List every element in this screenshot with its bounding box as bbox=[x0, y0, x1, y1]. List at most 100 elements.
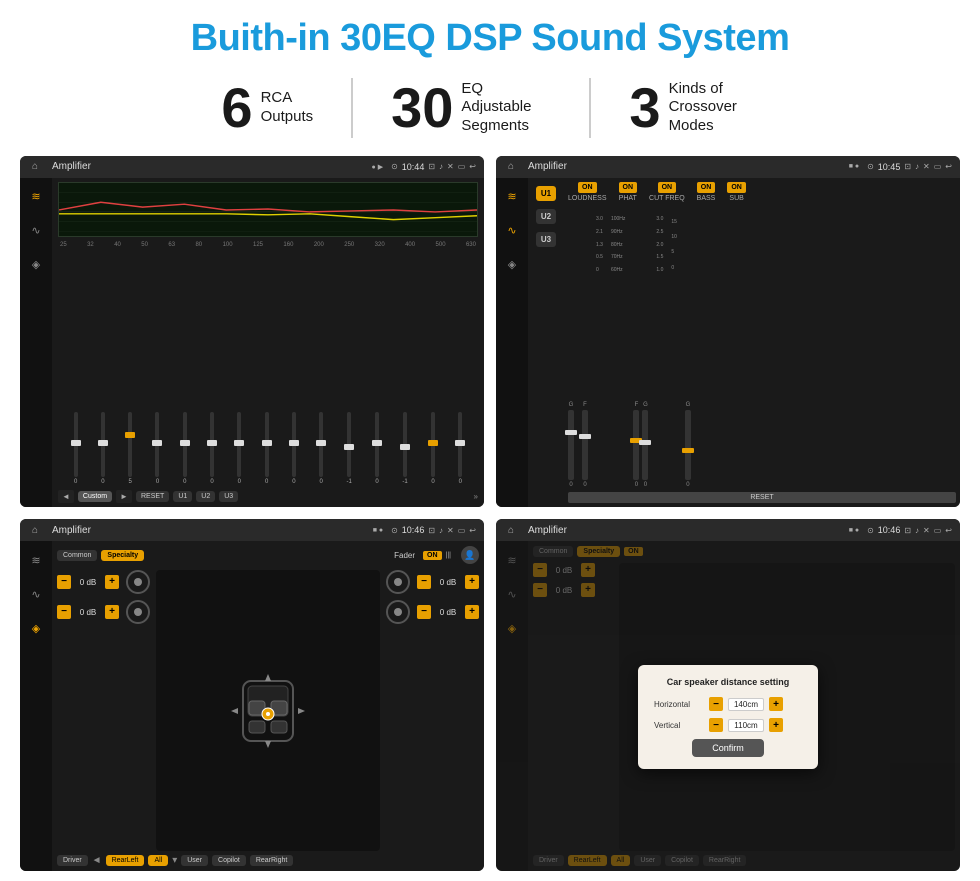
eq-next-button[interactable]: ► bbox=[116, 490, 132, 503]
crossover-sliders-area: G 0 F 0 bbox=[568, 206, 956, 489]
home-icon-3: ⌂ bbox=[28, 523, 42, 537]
db-minus-4[interactable]: − bbox=[417, 605, 431, 619]
stats-row: 6 RCAOutputs 30 EQ AdjustableSegments 3 … bbox=[20, 78, 960, 138]
eq-slider-13: -1 bbox=[402, 412, 407, 485]
eq-slider-3: 5 bbox=[128, 412, 132, 485]
driver-button[interactable]: Driver bbox=[57, 855, 88, 866]
eq-u2-button[interactable]: U2 bbox=[196, 491, 215, 502]
crossover-sidebar-wave-icon[interactable]: ∿ bbox=[501, 220, 523, 242]
fader-sidebar-eq-icon[interactable]: ≋ bbox=[25, 549, 47, 571]
horizontal-label: Horizontal bbox=[654, 700, 704, 709]
eq-slider-10: 0 bbox=[319, 412, 323, 485]
u2-btn[interactable]: U2 bbox=[536, 209, 556, 224]
vertical-minus-button[interactable]: − bbox=[709, 718, 723, 732]
db-plus-4[interactable]: + bbox=[465, 605, 479, 619]
fader-slider-indicator: ||| bbox=[446, 552, 451, 559]
db-plus-1[interactable]: + bbox=[105, 575, 119, 589]
page-wrapper: Buith-in 30EQ DSP Sound System 6 RCAOutp… bbox=[0, 0, 980, 881]
rearleft-button[interactable]: RearLeft bbox=[106, 855, 145, 866]
u1-btn[interactable]: U1 bbox=[536, 186, 556, 201]
specialty-mode-button[interactable]: Specialty bbox=[101, 550, 144, 561]
crossover-sidebar-eq-icon[interactable]: ≋ bbox=[501, 186, 523, 208]
fader-left-col: − 0 dB + − 0 dB + bbox=[57, 570, 150, 851]
eq-time: 10:44 bbox=[402, 162, 425, 172]
all-button[interactable]: All bbox=[148, 855, 168, 866]
eq-slider-6: 0 bbox=[210, 412, 214, 485]
db-minus-2[interactable]: − bbox=[57, 605, 71, 619]
window-icon-3: ▭ bbox=[458, 526, 466, 535]
eq-slider-4: 0 bbox=[155, 412, 159, 485]
crossover-sidebar-speaker-icon[interactable]: ◈ bbox=[501, 254, 523, 276]
stat-crossover-number: 3 bbox=[629, 80, 660, 136]
u-buttons: U1 U2 U3 bbox=[528, 178, 564, 508]
cutfreq-on-btn[interactable]: ON bbox=[658, 182, 677, 193]
u3-btn[interactable]: U3 bbox=[536, 232, 556, 247]
freq-320: 320 bbox=[375, 242, 385, 248]
fader-on-badge[interactable]: ON bbox=[423, 551, 442, 560]
bass-on-btn[interactable]: ON bbox=[697, 182, 716, 193]
fader-screen: ⌂ Amplifier ■ ● ⊙ 10:46 ⊡ ♪ ✕ ▭ ↩ ≋ ∿ ◈ bbox=[20, 519, 484, 871]
fader-label: Fader bbox=[394, 551, 415, 560]
crossover-sidebar: ≋ ∿ ◈ bbox=[496, 178, 528, 508]
freq-630: 630 bbox=[466, 242, 476, 248]
camera-icon-4: ⊡ bbox=[904, 526, 911, 535]
fader-sidebar-speaker-icon[interactable]: ◈ bbox=[25, 617, 47, 639]
db-plus-2[interactable]: + bbox=[105, 605, 119, 619]
back-icon: ↩ bbox=[469, 162, 476, 171]
user-button[interactable]: User bbox=[181, 855, 208, 866]
vertical-plus-button[interactable]: + bbox=[769, 718, 783, 732]
eq-sidebar-eq-icon[interactable]: ≋ bbox=[25, 186, 47, 208]
phat-on-btn[interactable]: ON bbox=[619, 182, 638, 193]
distance-screen: ⌂ Amplifier ■ ● ⊙ 10:46 ⊡ ♪ ✕ ▭ ↩ ≋ ∿ bbox=[496, 519, 960, 871]
rearright-button[interactable]: RearRight bbox=[250, 855, 294, 866]
sub-on-btn[interactable]: ON bbox=[727, 182, 746, 193]
freq-250: 250 bbox=[344, 242, 354, 248]
db-minus-1[interactable]: − bbox=[57, 575, 71, 589]
copilot-button[interactable]: Copilot bbox=[212, 855, 246, 866]
freq-list-4: 15 10 5 0 bbox=[671, 210, 677, 280]
distance-on-badge: ON bbox=[624, 547, 643, 556]
common-mode-button[interactable]: Common bbox=[57, 550, 97, 561]
freq-list-3: 3.0 2.5 2.0 1.5 1.0 bbox=[656, 210, 663, 280]
chevron-down-icon: ▾ bbox=[172, 855, 177, 866]
db-minus-3[interactable]: − bbox=[417, 575, 431, 589]
stat-eq-label: EQ AdjustableSegments bbox=[461, 80, 551, 136]
freq-125: 125 bbox=[253, 242, 263, 248]
cross-section-fg: F 0 G 0 bbox=[633, 210, 648, 489]
crossover-reset-button[interactable]: RESET bbox=[568, 492, 956, 503]
freq-63: 63 bbox=[168, 242, 175, 248]
loudness-on-btn[interactable]: ON bbox=[578, 182, 597, 193]
eq-status-title: Amplifier bbox=[52, 161, 366, 172]
confirm-button[interactable]: Confirm bbox=[692, 739, 764, 757]
freq-50: 50 bbox=[141, 242, 148, 248]
eq-u1-button[interactable]: U1 bbox=[173, 491, 192, 502]
eq-slider-1: 0 bbox=[74, 412, 78, 485]
crossover-screen: ⌂ Amplifier ■ ● ⊙ 10:45 ⊡ ♪ ✕ ▭ ↩ ≋ ∿ ◈ bbox=[496, 156, 960, 508]
camera-icon-2: ⊡ bbox=[904, 162, 911, 171]
db-value-1: 0 dB bbox=[74, 578, 102, 587]
eq-prev-button[interactable]: ◄ bbox=[58, 490, 74, 503]
eq-slider-8: 0 bbox=[265, 412, 269, 485]
stat-eq: 30 EQ AdjustableSegments bbox=[353, 80, 589, 136]
eq-bottom-bar: ◄ Custom ► RESET U1 U2 U3 » bbox=[58, 490, 478, 503]
eq-custom-button[interactable]: Custom bbox=[78, 491, 112, 502]
distance-dialog: Car speaker distance setting Horizontal … bbox=[638, 665, 818, 769]
fader-status-icons: ⊙ 10:46 ⊡ ♪ ✕ ▭ ↩ bbox=[391, 525, 476, 535]
screens-grid: ⌂ Amplifier ● ▶ ⊙ 10:44 ⊡ ♪ ✕ ▭ ↩ ≋ ∿ ◈ bbox=[20, 156, 960, 871]
close-icon-4: ✕ bbox=[923, 526, 930, 535]
eq-reset-button[interactable]: RESET bbox=[136, 491, 169, 502]
horizontal-minus-button[interactable]: − bbox=[709, 697, 723, 711]
speaker-front-right-icon bbox=[386, 570, 410, 594]
horizontal-plus-button[interactable]: + bbox=[769, 697, 783, 711]
eq-u3-button[interactable]: U3 bbox=[219, 491, 238, 502]
fader-status-bar: ⌂ Amplifier ■ ● ⊙ 10:46 ⊡ ♪ ✕ ▭ ↩ bbox=[20, 519, 484, 541]
db-plus-3[interactable]: + bbox=[465, 575, 479, 589]
bass-control: ON BASS bbox=[697, 182, 716, 202]
eq-sidebar-wave-icon[interactable]: ∿ bbox=[25, 220, 47, 242]
db-control-1: − 0 dB + bbox=[57, 570, 150, 594]
fader-sidebar-wave-icon[interactable]: ∿ bbox=[25, 583, 47, 605]
eq-slider-11: -1 bbox=[346, 412, 351, 485]
freq-200: 200 bbox=[314, 242, 324, 248]
close-icon: ✕ bbox=[447, 162, 454, 171]
eq-sidebar-speaker-icon[interactable]: ◈ bbox=[25, 254, 47, 276]
